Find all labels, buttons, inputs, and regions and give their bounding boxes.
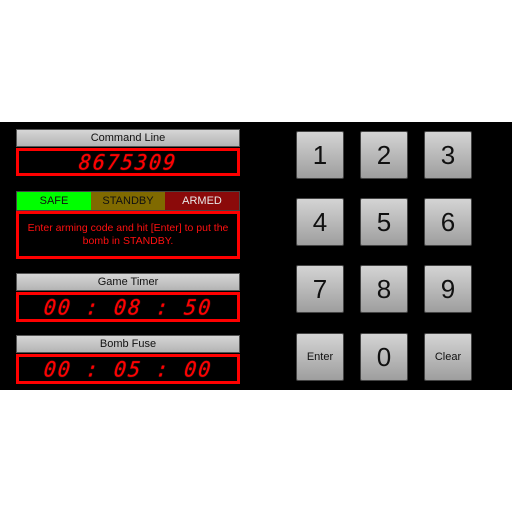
key-5[interactable]: 5 — [360, 198, 408, 246]
key-3[interactable]: 3 — [424, 131, 472, 179]
key-0[interactable]: 0 — [360, 333, 408, 381]
key-7[interactable]: 7 — [296, 265, 344, 313]
game-timer-header: Game Timer — [16, 273, 240, 291]
game-timer-display: 00 : 08 : 50 — [16, 292, 240, 322]
key-2[interactable]: 2 — [360, 131, 408, 179]
command-line-display: 8675309 — [16, 148, 240, 176]
key-1[interactable]: 1 — [296, 131, 344, 179]
key-9[interactable]: 9 — [424, 265, 472, 313]
bomb-fuse-display: 00 : 05 : 00 — [16, 354, 240, 384]
command-line-value: 8675309 — [77, 149, 179, 175]
bomb-fuse-value: 00 : 05 : 00 — [42, 356, 214, 382]
status-safe: SAFE — [17, 192, 91, 210]
key-8[interactable]: 8 — [360, 265, 408, 313]
command-line-header: Command Line — [16, 129, 240, 147]
status-message: Enter arming code and hit [Enter] to put… — [27, 222, 229, 247]
bomb-fuse-header: Bomb Fuse — [16, 335, 240, 353]
status-standby: STANDBY — [91, 192, 165, 210]
key-6[interactable]: 6 — [424, 198, 472, 246]
bomb-game-screen: Command Line 8675309 SAFE STANDBY ARMED … — [0, 122, 512, 390]
game-timer-value: 00 : 08 : 50 — [42, 294, 214, 320]
status-bar: SAFE STANDBY ARMED — [16, 191, 240, 211]
status-armed: ARMED — [165, 192, 239, 210]
enter-button[interactable]: Enter — [296, 333, 344, 381]
clear-button[interactable]: Clear — [424, 333, 472, 381]
status-message-box: Enter arming code and hit [Enter] to put… — [16, 211, 240, 259]
key-4[interactable]: 4 — [296, 198, 344, 246]
